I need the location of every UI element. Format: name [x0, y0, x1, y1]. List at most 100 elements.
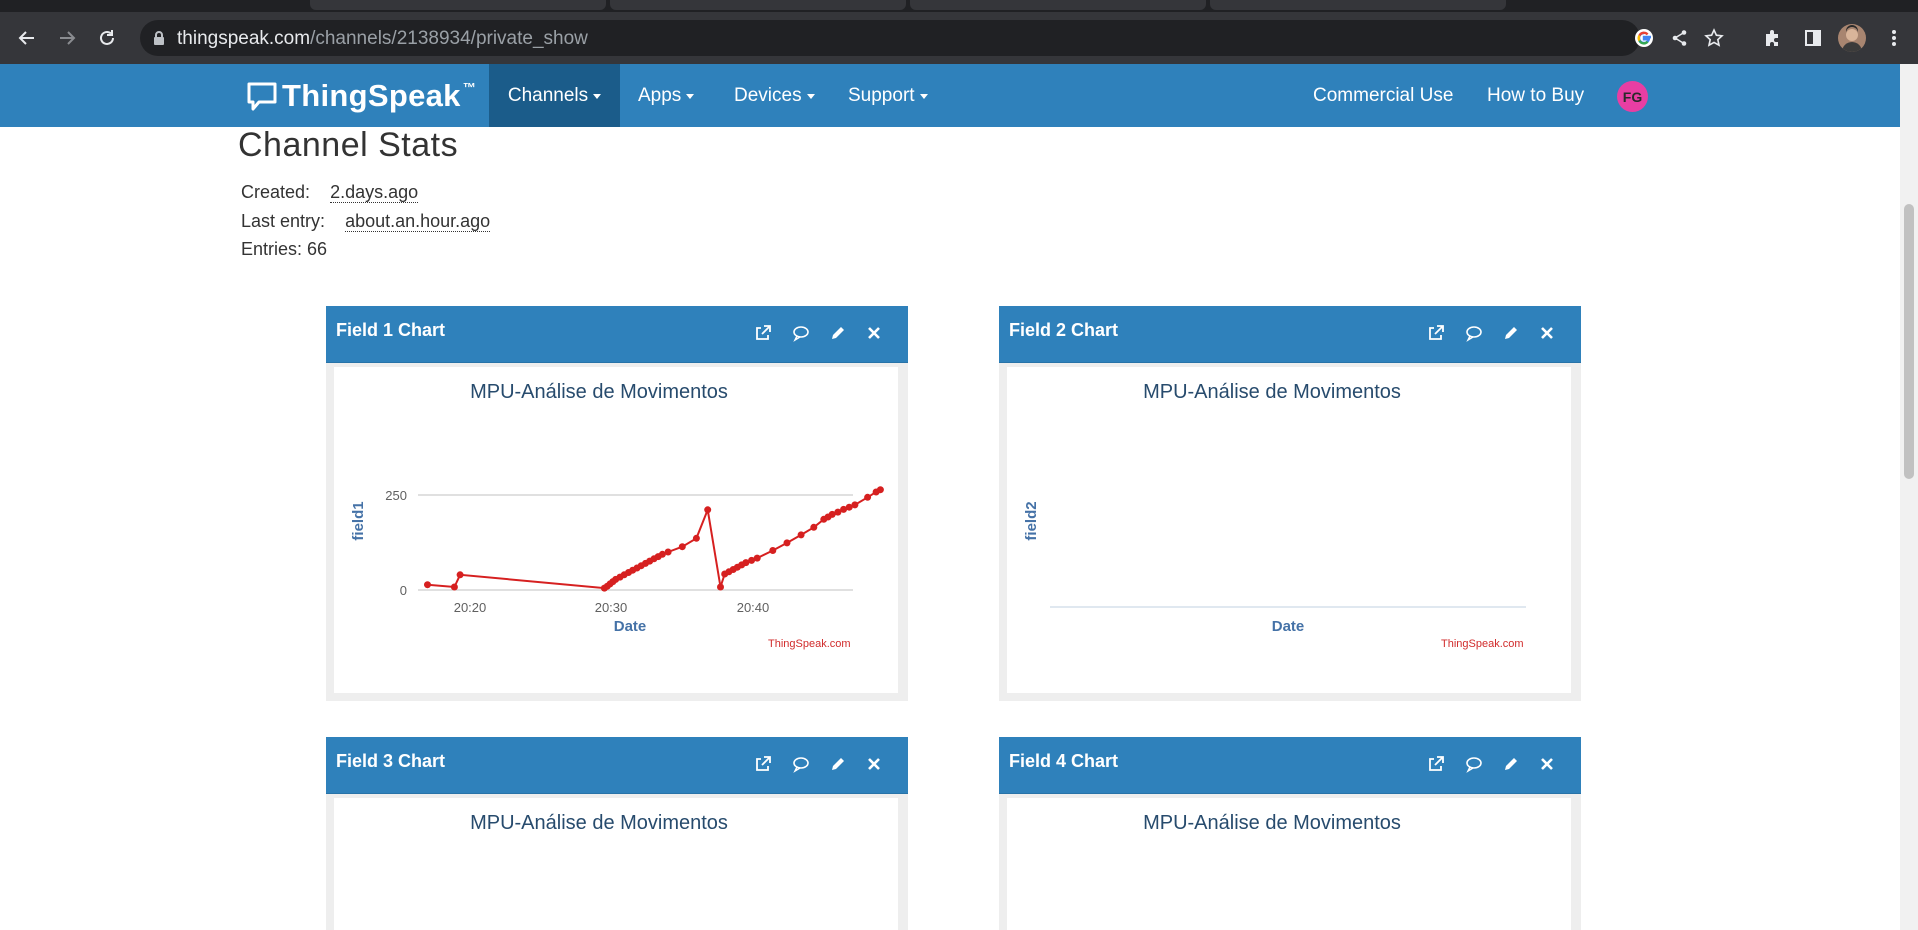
comment-icon[interactable]: [1463, 322, 1485, 344]
forward-button[interactable]: [51, 22, 83, 54]
nav-channels[interactable]: Channels: [489, 64, 620, 127]
data-point[interactable]: [864, 493, 872, 501]
series-points: [424, 486, 884, 592]
address-bar[interactable]: thingspeak.com/channels/2138934/private_…: [140, 20, 1724, 56]
brand-logo[interactable]: ThingSpeak ™: [246, 76, 476, 116]
data-point[interactable]: [810, 523, 818, 531]
nav-how-to-buy[interactable]: How to Buy: [1487, 64, 1584, 127]
nav-channels-label: Channels: [507, 84, 589, 106]
back-arrow-icon: [18, 31, 34, 45]
nav-apps-label: Apps: [638, 84, 682, 106]
data-point[interactable]: [678, 543, 686, 551]
speech-bubble-logo-icon: [247, 82, 277, 111]
data-point[interactable]: [753, 554, 761, 562]
nav-apps[interactable]: Apps: [638, 64, 695, 127]
widget-chart-area: MPU-Análise de Movimentos Date field2 Th…: [1007, 367, 1571, 693]
data-point[interactable]: [851, 501, 859, 509]
browser-tab[interactable]: [610, 0, 906, 10]
data-point[interactable]: [450, 583, 458, 591]
widget-header: Field 2 Chart: [999, 306, 1581, 363]
y-tick-label: 250: [385, 488, 407, 503]
nav-commercial-use-label: Commercial Use: [1313, 84, 1454, 106]
page-scrollbar[interactable]: [1900, 64, 1918, 930]
y-tick-label: 0: [400, 583, 407, 598]
chart-title: MPU-Análise de Movimentos: [1143, 812, 1401, 834]
widget-title: Field 4 Chart: [1009, 751, 1119, 771]
data-point[interactable]: [704, 506, 712, 514]
pencil-icon[interactable]: [827, 322, 849, 344]
reload-button[interactable]: [91, 22, 123, 54]
data-point[interactable]: [876, 486, 884, 494]
external-link-icon[interactable]: [1425, 322, 1447, 344]
y-axis-title: field1: [350, 501, 367, 540]
close-icon[interactable]: [863, 753, 885, 775]
channel-stats-title: Channel Stats: [238, 126, 459, 164]
nav-support[interactable]: Support: [848, 64, 928, 127]
thingspeak-navbar: ThingSpeak ™ Channels Apps Devices Suppo…: [0, 64, 1900, 127]
x-tick-label: 20:40: [737, 600, 770, 615]
stat-created-label: Created:: [241, 182, 311, 202]
stat-created: Created: 2.days.ago: [241, 182, 419, 203]
scrollbar-thumb[interactable]: [1904, 204, 1914, 479]
stat-created-value: 2.days.ago: [330, 182, 419, 203]
google-icon[interactable]: [1632, 26, 1656, 50]
forward-arrow-icon: [60, 31, 76, 45]
extensions-icon[interactable]: [1761, 26, 1785, 50]
back-button[interactable]: [11, 22, 43, 54]
data-point[interactable]: [664, 548, 672, 556]
page-viewport: ThingSpeak ™ Channels Apps Devices Suppo…: [0, 64, 1900, 930]
pencil-icon[interactable]: [827, 753, 849, 775]
comment-icon[interactable]: [790, 753, 812, 775]
chart-credits[interactable]: ThingSpeak.com: [768, 638, 851, 650]
field-2-chart-widget: Field 2 Chart MPU-Análise de Movimentos …: [999, 306, 1581, 701]
browser-tab[interactable]: [310, 0, 606, 10]
field-1-chart-widget: Field 1 Chart MPU-Análise de Movimentos …: [326, 306, 908, 701]
stat-last-entry: Last entry: about.an.hour.ago: [241, 211, 491, 232]
close-icon[interactable]: [1536, 322, 1558, 344]
widget-header: Field 4 Chart: [999, 737, 1581, 794]
data-point[interactable]: [769, 547, 777, 554]
pencil-icon[interactable]: [1500, 753, 1522, 775]
url-path: /channels/2138934/private_show: [310, 28, 588, 49]
widget-title: Field 2 Chart: [1009, 320, 1119, 340]
nav-commercial-use[interactable]: Commercial Use: [1313, 64, 1453, 127]
data-point[interactable]: [424, 581, 431, 589]
data-point[interactable]: [717, 583, 724, 591]
comment-icon[interactable]: [790, 322, 812, 344]
comment-icon[interactable]: [1463, 753, 1485, 775]
brand-trademark: ™: [462, 79, 476, 95]
external-link-icon[interactable]: [752, 753, 774, 775]
close-icon[interactable]: [863, 322, 885, 344]
bookmark-star-icon[interactable]: [1702, 26, 1726, 50]
data-point[interactable]: [783, 539, 791, 547]
stat-entries: Entries: 66: [241, 239, 328, 259]
field-4-chart-widget: Field 4 Chart MPU-Análise de Movimentos: [999, 737, 1581, 930]
chart-credits[interactable]: ThingSpeak.com: [1441, 638, 1524, 650]
caret-down-icon: [686, 94, 695, 99]
nav-devices[interactable]: Devices: [734, 64, 815, 127]
browser-tab[interactable]: [910, 0, 1206, 10]
nav-devices-label: Devices: [734, 84, 802, 106]
browser-toolbar: thingspeak.com/channels/2138934/private_…: [0, 12, 1918, 64]
close-icon[interactable]: [1536, 753, 1558, 775]
nav-how-to-buy-label: How to Buy: [1487, 84, 1585, 106]
data-point[interactable]: [456, 571, 464, 579]
browser-tab[interactable]: [1210, 0, 1506, 10]
menu-kebab-icon[interactable]: [1882, 26, 1906, 50]
data-point[interactable]: [692, 534, 700, 542]
chart-title: MPU-Análise de Movimentos: [470, 812, 728, 834]
external-link-icon[interactable]: [1425, 753, 1447, 775]
external-link-icon[interactable]: [752, 322, 774, 344]
side-panel-icon[interactable]: [1801, 26, 1825, 50]
data-point[interactable]: [797, 531, 805, 539]
stat-last-entry-label: Last entry:: [241, 211, 326, 231]
series-line: [427, 488, 881, 590]
url-text[interactable]: thingspeak.com/channels/2138934/private_…: [177, 28, 588, 50]
pencil-icon[interactable]: [1500, 322, 1522, 344]
stat-last-entry-value: about.an.hour.ago: [345, 211, 491, 232]
caret-down-icon: [919, 94, 928, 99]
profile-avatar-icon[interactable]: [1838, 24, 1866, 52]
share-icon[interactable]: [1668, 26, 1692, 50]
user-avatar[interactable]: FG: [1617, 81, 1648, 112]
widget-chart-area: MPU-Análise de Movimentos: [1007, 798, 1571, 930]
